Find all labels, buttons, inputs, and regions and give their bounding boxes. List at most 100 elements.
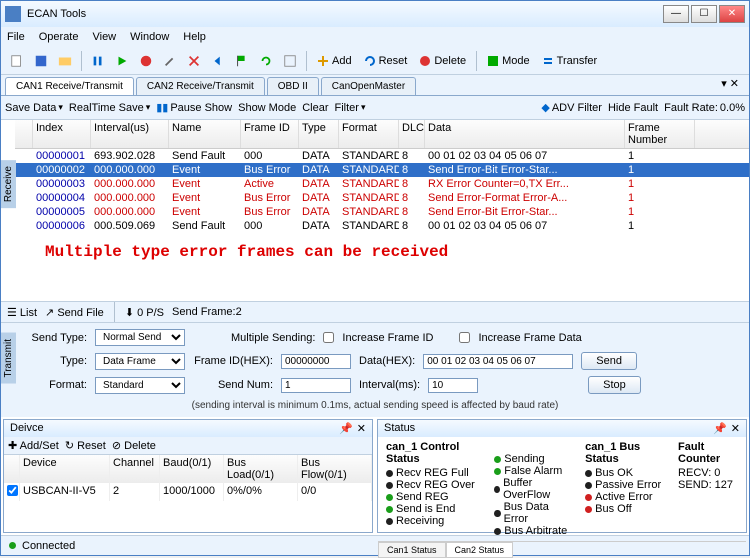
realtime-save-button[interactable]: RealTime Save▾ [69,102,150,114]
multiple-sending-label: Multiple Sending: [231,332,315,344]
pin-icon[interactable]: 📌 [339,422,353,435]
save-data-button[interactable]: Save Data▾ [5,102,63,114]
table-row[interactable]: 00000004000.000.000EventBus ErrorDATASTA… [15,191,749,205]
device-delete-button[interactable]: ⊘ Delete [112,439,156,452]
ps-indicator: ⬇ 0 P/S [125,306,164,319]
transmit-side-tab[interactable]: Transmit [1,333,16,384]
hide-fault-button[interactable]: Hide Fault [608,102,658,114]
fault-rate-label: Fault Rate:0.0% [664,102,745,114]
send-file-button[interactable]: ↗ Send File [45,306,104,319]
save-icon[interactable] [31,51,51,71]
add-button[interactable]: Add [313,55,356,67]
device-row[interactable]: USBCAN-II-V52 1000/10000%/0%0/0 [4,483,372,501]
frame-id-input[interactable] [281,354,351,369]
refresh-icon[interactable] [256,51,276,71]
type-select[interactable]: Data Frame [95,353,185,370]
panel-close-icon[interactable]: ✕ [731,422,740,435]
tab-can2-status[interactable]: Can2 Status [446,542,514,558]
menu-view[interactable]: View [92,31,116,43]
filter-button[interactable]: Filter▾ [335,102,366,114]
new-icon[interactable] [7,51,27,71]
status-panel-title: Status [384,422,415,435]
device-reset-button[interactable]: ↻ Reset [65,439,106,452]
tab-canopen[interactable]: CanOpenMaster [321,77,416,95]
format-label: Format: [31,379,87,391]
reset-button[interactable]: Reset [360,55,412,67]
titlebar: ECAN Tools — ☐ ✕ [1,1,749,27]
pause-icon[interactable] [88,51,108,71]
send-num-label: Send Num: [193,379,273,391]
flag-icon[interactable] [232,51,252,71]
menu-operate[interactable]: Operate [39,31,79,43]
main-tabs: CAN1 Receive/Transmit CAN2 Receive/Trans… [1,75,749,96]
status-dot-icon [585,470,592,477]
minimize-button[interactable]: — [663,5,689,23]
table-row[interactable]: 00000006000.509.069Send Fault000DATASTAN… [15,219,749,233]
tab-can1-status[interactable]: Can1 Status [378,542,446,558]
tab-can2[interactable]: CAN2 Receive/Transmit [136,77,265,95]
app-icon [5,6,21,22]
receive-grid: IndexInterval(us)Name Frame IDTypeFormat… [15,120,749,301]
folder-icon[interactable] [55,51,75,71]
menu-file[interactable]: File [7,31,25,43]
play-icon[interactable] [112,51,132,71]
menu-window[interactable]: Window [130,31,169,43]
status-dot-icon [386,470,393,477]
device-addset-button[interactable]: ✚ Add/Set [8,439,59,452]
status-dot-icon [494,468,501,475]
list-button[interactable]: ☰ List [7,306,37,319]
status-item: Sending [494,453,569,465]
frame-id-label: Frame ID(HEX): [193,355,273,367]
grid-icon[interactable] [280,51,300,71]
menu-help[interactable]: Help [183,31,206,43]
maximize-button[interactable]: ☐ [691,5,717,23]
status-item: Receiving [386,515,478,527]
pause-show-button[interactable]: ▮▮Pause Show [156,101,232,114]
interval-input[interactable] [428,378,478,393]
increase-frame-id-checkbox[interactable] [323,332,334,343]
increase-frame-data-checkbox[interactable] [459,332,470,343]
grid-header: IndexInterval(us)Name Frame IDTypeFormat… [15,120,749,149]
adv-filter-button[interactable]: ◆ADV Filter [541,101,602,114]
device-panel: Deivce 📌✕ ✚ Add/Set ↻ Reset ⊘ Delete Dev… [3,419,373,533]
receive-side-tab[interactable]: Receive [1,160,16,208]
status-item: Buffer OverFlow [494,477,569,501]
close-button[interactable]: ✕ [719,5,745,23]
tabs-dropdown-icon[interactable]: ▾ ✕ [715,77,745,95]
status-item: Bus Arbitrate [494,525,569,537]
data-hex-input[interactable] [423,354,573,369]
send-frame-count: Send Frame:2 [172,306,242,318]
tab-obd2[interactable]: OBD II [267,77,319,95]
stop-button[interactable]: Stop [588,376,641,394]
receive-toolbar: Save Data▾ RealTime Save▾ ▮▮Pause Show S… [1,96,749,120]
table-row[interactable]: 00000002000.000.000EventBus ErrorDATASTA… [15,163,749,177]
menubar: File Operate View Window Help [1,27,749,47]
tool-icon[interactable] [160,51,180,71]
fault-counter-title: Fault Counter [678,441,738,465]
status-dot-icon [494,456,501,463]
table-row[interactable]: 00000003000.000.000EventActiveDATASTANDA… [15,177,749,191]
status-dot-icon [585,494,592,501]
panel-close-icon[interactable]: ✕ [357,422,366,435]
device-panel-title: Deivce [10,422,44,435]
show-mode-button[interactable]: Show Mode [238,102,296,114]
clear-button[interactable]: Clear [302,102,328,114]
format-select[interactable]: Standard [95,377,185,394]
stop-icon[interactable] [136,51,156,71]
transfer-button[interactable]: Transfer [538,55,602,67]
table-row[interactable]: 00000001693.902.028Send Fault000DATASTAN… [15,149,749,163]
send-type-select[interactable]: Normal Send [95,329,185,346]
status-dot-icon [386,494,393,501]
tab-can1[interactable]: CAN1 Receive/Transmit [5,77,134,95]
send-button[interactable]: Send [581,352,637,370]
pin-icon[interactable]: 📌 [713,422,727,435]
table-row[interactable]: 00000005000.000.000EventBus ErrorDATASTA… [15,205,749,219]
status-item: Recv REG Full [386,467,478,479]
back-icon[interactable] [208,51,228,71]
delete-button[interactable]: Delete [415,55,470,67]
mode-button[interactable]: Mode [483,55,534,67]
cut-icon[interactable] [184,51,204,71]
bus-status-title: can_1 Bus Status [585,441,662,465]
device-checkbox[interactable] [7,485,18,496]
send-num-input[interactable] [281,378,351,393]
